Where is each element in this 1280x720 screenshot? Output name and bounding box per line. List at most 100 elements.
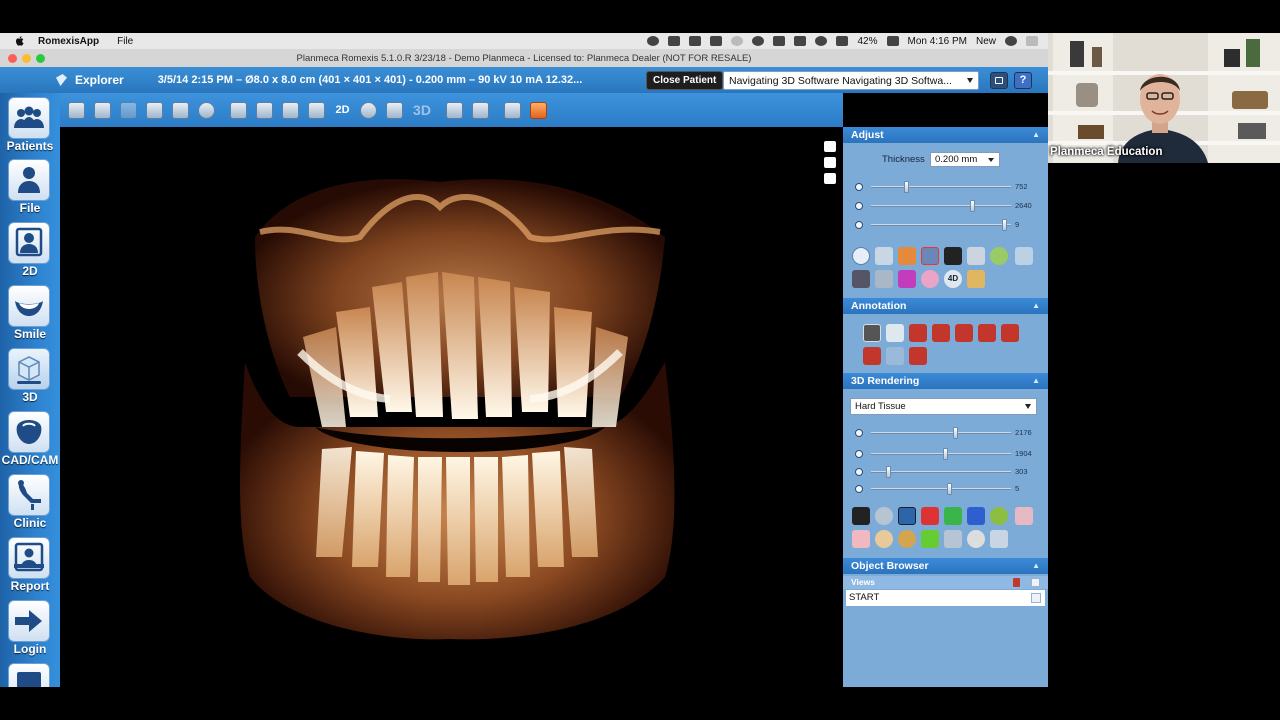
slider-knob[interactable] <box>947 483 953 495</box>
collapse-icon[interactable]: ▲ <box>1032 373 1040 389</box>
slider-knob[interactable] <box>1002 219 1007 231</box>
collapse-icon[interactable]: ▲ <box>1032 558 1040 574</box>
sidebar-item-login[interactable]: Login <box>0 596 60 659</box>
bluetooth-icon[interactable] <box>794 36 807 46</box>
camera-icon[interactable] <box>824 157 836 168</box>
slider-track[interactable] <box>871 186 1011 188</box>
text-annotation-icon[interactable] <box>909 324 927 342</box>
polygon-annotation-icon[interactable] <box>1001 324 1019 342</box>
3d-viewport[interactable] <box>60 127 843 687</box>
scalpel-icon[interactable] <box>944 530 962 548</box>
circle-annotation-icon[interactable] <box>978 324 996 342</box>
pen-annotation-icon[interactable] <box>886 347 904 365</box>
skull-front-icon[interactable] <box>875 530 893 548</box>
slider-track[interactable] <box>871 205 1011 207</box>
thickness-select[interactable]: 0.200 mm <box>930 152 1000 167</box>
slider-track[interactable] <box>871 471 1011 473</box>
close-patient-button[interactable]: Close Patient <box>646 71 724 90</box>
adjust-slider[interactable]: 2640 <box>855 200 1040 212</box>
tray-icon[interactable] <box>256 102 273 119</box>
slider-track[interactable] <box>871 488 1011 490</box>
crop-icon[interactable] <box>852 530 870 548</box>
bubble-icon[interactable] <box>921 270 939 288</box>
minimize-window-button[interactable] <box>22 53 31 63</box>
ruler-icon[interactable] <box>863 324 881 342</box>
4d-icon[interactable]: 4D <box>944 270 962 288</box>
trash-icon[interactable] <box>1013 578 1020 587</box>
dropbox-icon[interactable] <box>689 36 702 46</box>
color-map-icon[interactable] <box>921 530 939 548</box>
arch-icon[interactable] <box>198 102 215 119</box>
skull-view-icon[interactable] <box>146 102 163 119</box>
slider-knob[interactable] <box>943 448 949 460</box>
layout-icon[interactable] <box>282 102 299 119</box>
area-annotation-icon[interactable] <box>863 347 881 365</box>
scanner-icon[interactable] <box>852 270 870 288</box>
app-menu[interactable]: RomexisApp <box>38 36 99 47</box>
list-icon[interactable] <box>1026 36 1038 46</box>
wrench-icon[interactable] <box>875 270 893 288</box>
sagittal-cut-icon[interactable] <box>921 507 939 525</box>
restore-icon[interactable] <box>1015 247 1033 265</box>
list-item[interactable]: START <box>846 590 1045 606</box>
pan-icon[interactable] <box>875 247 893 265</box>
rendering-slider[interactable]: 303 <box>855 466 1040 478</box>
arrow-annotation-icon[interactable] <box>932 324 950 342</box>
help-button[interactable]: ? <box>1014 72 1032 89</box>
axial-cut-icon[interactable] <box>967 507 985 525</box>
view-checkbox[interactable] <box>1031 593 1041 603</box>
patient-file-icon[interactable] <box>68 102 85 119</box>
light-icon[interactable] <box>875 507 893 525</box>
phone-icon[interactable] <box>308 102 325 119</box>
slider-track[interactable] <box>871 432 1011 434</box>
maximize-view-icon[interactable] <box>824 141 836 152</box>
adjust-slider[interactable]: 752 <box>855 181 1040 193</box>
palette-icon[interactable] <box>990 247 1008 265</box>
render-mode-icon[interactable] <box>852 507 870 525</box>
rendering-preset-select[interactable]: Hard Tissue <box>850 398 1037 415</box>
slider-knob[interactable] <box>904 181 909 193</box>
sidebar-item-cadcam[interactable]: CAD/CAM <box>0 407 60 470</box>
import-icon[interactable] <box>172 102 189 119</box>
explorer-module[interactable]: Explorer <box>56 73 124 87</box>
airplay-icon[interactable] <box>773 36 786 46</box>
apple-icon[interactable] <box>14 35 26 47</box>
close-window-button[interactable] <box>8 53 17 63</box>
sidebar-item-2d[interactable]: 2D <box>0 218 60 281</box>
mode-2d-button[interactable]: 2D <box>334 102 351 119</box>
implant-icon[interactable] <box>967 270 985 288</box>
mail-icon[interactable] <box>668 36 681 46</box>
rotate-icon[interactable] <box>990 507 1008 525</box>
sidebar-item-3d[interactable]: 3D <box>0 344 60 407</box>
line-annotation-icon[interactable] <box>955 324 973 342</box>
adjust-section-header[interactable]: Adjust ▲ <box>843 127 1048 143</box>
sidebar-item-report[interactable]: Report <box>0 533 60 596</box>
zoom-window-button[interactable] <box>36 53 45 63</box>
sidebar-item-more[interactable] <box>0 659 60 687</box>
file-menu[interactable]: File <box>117 36 133 47</box>
measure-icon[interactable] <box>898 247 916 265</box>
rendering-slider[interactable]: 5 <box>855 483 1040 495</box>
search-icon[interactable] <box>1005 36 1017 46</box>
print-icon[interactable] <box>120 102 137 119</box>
sidebar-item-smile[interactable]: Smile <box>0 281 60 344</box>
sidebar-item-file[interactable]: File <box>0 155 60 218</box>
annotation-section-header[interactable]: Annotation ▲ <box>843 298 1048 314</box>
slider-track[interactable] <box>871 453 1011 455</box>
adjust-slider[interactable]: 9 <box>855 219 1040 231</box>
new-menu[interactable]: New <box>976 36 996 47</box>
zoom-icon[interactable] <box>852 247 870 265</box>
reset-icon[interactable] <box>967 247 985 265</box>
eraser-icon[interactable] <box>990 530 1008 548</box>
sidebar-item-patients[interactable]: Patients <box>0 93 60 156</box>
brush-icon[interactable] <box>898 270 916 288</box>
rendering-slider[interactable]: 2176 <box>855 427 1040 439</box>
rendering-slider[interactable]: 1904 <box>855 448 1040 460</box>
slider-track[interactable] <box>871 224 1011 226</box>
mode-3d-button[interactable]: 3D <box>410 102 434 119</box>
hand-tool-icon[interactable] <box>824 173 836 184</box>
invert-icon[interactable] <box>944 247 962 265</box>
slider-knob[interactable] <box>953 427 958 439</box>
clock[interactable]: Mon 4:16 PM <box>908 36 967 47</box>
battery-level[interactable]: 42% <box>857 36 877 47</box>
